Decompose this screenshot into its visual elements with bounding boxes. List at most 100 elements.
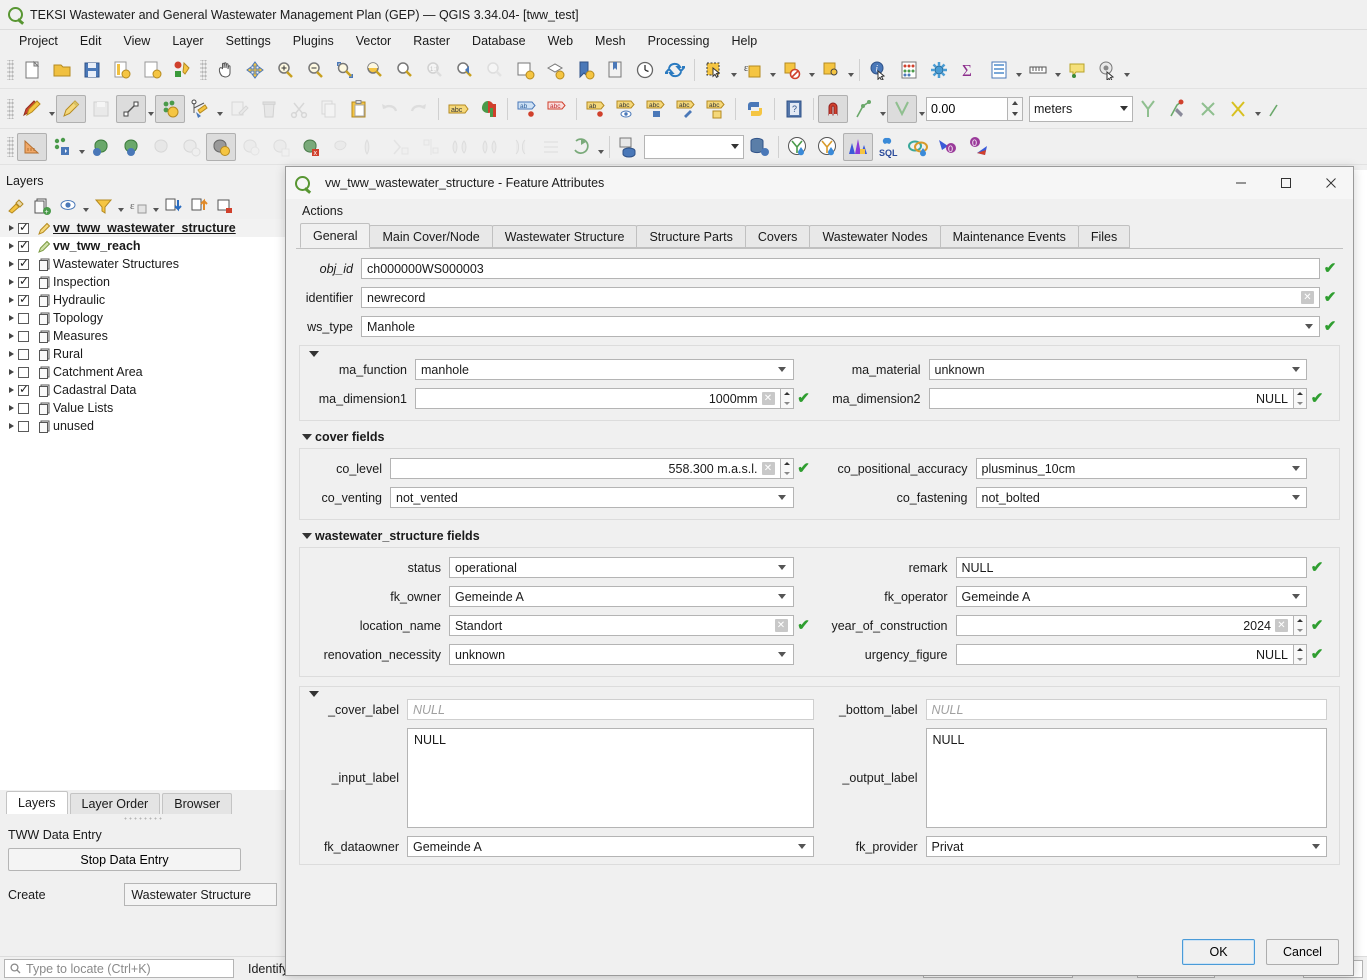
menu-layer[interactable]: Layer xyxy=(161,32,214,50)
move-feature-icon[interactable] xyxy=(47,133,77,161)
tww-network-upstream-icon[interactable] xyxy=(783,133,813,161)
tab-maintenance-events[interactable]: Maintenance Events xyxy=(939,225,1079,248)
delete-selected-icon[interactable] xyxy=(254,95,284,123)
menu-vector[interactable]: Vector xyxy=(345,32,402,50)
expand-arrow-icon[interactable] xyxy=(4,333,18,339)
measure-line-icon[interactable] xyxy=(1023,56,1053,84)
co-level-input[interactable]: 558.300 m.a.s.l. ✕ xyxy=(390,458,781,479)
database-connection-select[interactable] xyxy=(644,134,744,159)
snapping-tolerance-stepper[interactable] xyxy=(1008,96,1023,121)
undo-icon[interactable] xyxy=(374,95,404,123)
filter-legend-by-expression-icon[interactable]: ε xyxy=(126,195,151,217)
layer-tree[interactable]: vw_tww_wastewater_structure vw_tww_reach W… xyxy=(0,219,285,790)
clear-icon[interactable]: ✕ xyxy=(1275,619,1288,632)
chevron-down-icon[interactable] xyxy=(768,57,777,83)
chevron-down-icon[interactable] xyxy=(1053,57,1062,83)
processing-toolbox-icon[interactable] xyxy=(924,56,954,84)
fill-ring-icon[interactable] xyxy=(236,133,266,161)
chevron-down-icon[interactable] xyxy=(146,96,155,122)
chevron-down-icon[interactable] xyxy=(846,57,855,83)
rotate-feature-icon[interactable] xyxy=(86,133,116,161)
layer-visibility-checkbox[interactable] xyxy=(18,366,29,378)
clear-icon[interactable]: ✕ xyxy=(774,619,788,632)
tab-browser[interactable]: Browser xyxy=(162,793,233,814)
tab-layer-order[interactable]: Layer Order xyxy=(69,793,161,814)
layer-visibility-checkbox[interactable] xyxy=(18,256,29,270)
layer-visibility-checkbox[interactable] xyxy=(18,220,29,234)
new-project-icon[interactable] xyxy=(17,56,47,84)
chevron-down-icon[interactable] xyxy=(77,134,86,160)
chevron-down-icon[interactable] xyxy=(729,57,738,83)
year-of-construction-input[interactable]: 2024 ✕ xyxy=(955,615,1294,636)
expand-arrow-icon[interactable] xyxy=(4,279,18,285)
vertex-tool-icon[interactable] xyxy=(185,95,215,123)
menu-edit[interactable]: Edit xyxy=(69,32,113,50)
ma-material-select[interactable]: unknown xyxy=(928,359,1307,380)
tww-node-zero-icon[interactable]: 0 xyxy=(933,133,963,161)
more-digitizing-icon[interactable] xyxy=(1262,95,1292,123)
ok-button[interactable]: OK xyxy=(1182,939,1255,965)
zoom-native-icon[interactable]: 1:1 xyxy=(420,56,450,84)
merge-attributes-icon[interactable] xyxy=(416,133,446,161)
merge-features-icon[interactable] xyxy=(386,133,416,161)
expand-arrow-icon[interactable] xyxy=(4,387,18,393)
show-bookmarks-icon[interactable] xyxy=(600,56,630,84)
ma-dimension1-input[interactable]: 1000mm ✕ xyxy=(415,388,781,409)
tab-general[interactable]: General xyxy=(300,223,371,248)
rotate-label-icon[interactable]: abc xyxy=(641,95,671,123)
stop-data-entry-button[interactable]: Stop Data Entry xyxy=(8,848,241,871)
output-label-textarea[interactable]: NULL xyxy=(925,728,1327,828)
toolbar-grip[interactable] xyxy=(7,98,14,119)
cut-features-icon[interactable] xyxy=(284,95,314,123)
add-line-feature-icon[interactable] xyxy=(116,94,146,123)
tab-covers[interactable]: Covers xyxy=(744,225,811,248)
chevron-down-icon[interactable] xyxy=(47,96,56,122)
expand-arrow-icon[interactable] xyxy=(4,315,18,321)
tab-wastewater-nodes[interactable]: Wastewater Nodes xyxy=(809,225,941,248)
reverse-line-icon[interactable] xyxy=(536,133,566,161)
toolbar-grip[interactable] xyxy=(7,136,14,157)
expand-arrow-icon[interactable] xyxy=(4,243,18,249)
rotate-point-symbols-icon[interactable] xyxy=(446,133,476,161)
menu-database[interactable]: Database xyxy=(461,32,537,50)
add-point-feature-icon[interactable] xyxy=(155,94,185,123)
layer-row[interactable]: vw_tww_reach xyxy=(0,237,285,255)
database-settings-icon[interactable] xyxy=(744,133,774,161)
fk-operator-select[interactable]: Gemeinde A xyxy=(955,586,1307,607)
co-venting-select[interactable]: not_vented xyxy=(390,487,794,508)
expand-all-icon[interactable] xyxy=(161,195,186,217)
zoom-to-selection-icon[interactable] xyxy=(360,56,390,84)
bottom-label-input[interactable]: NULL xyxy=(925,699,1327,720)
expand-arrow-icon[interactable] xyxy=(4,351,18,357)
zoom-full-icon[interactable] xyxy=(330,56,360,84)
expand-arrow-icon[interactable] xyxy=(4,297,18,303)
add-postgis-layer-icon[interactable] xyxy=(614,133,644,161)
layer-row[interactable]: Wastewater Structures xyxy=(0,255,285,273)
layer-visibility-checkbox[interactable] xyxy=(18,330,29,342)
chevron-down-icon[interactable] xyxy=(1122,57,1131,83)
expand-arrow-icon[interactable] xyxy=(4,225,18,231)
pan-to-selection-icon[interactable] xyxy=(240,56,270,84)
chevron-down-icon[interactable] xyxy=(1253,96,1262,122)
layer-row[interactable]: Inspection xyxy=(0,273,285,291)
tab-main-cover-node[interactable]: Main Cover/Node xyxy=(369,225,493,248)
reshape-icon[interactable] xyxy=(326,133,356,161)
open-project-icon[interactable] xyxy=(47,56,77,84)
toggle-editing-icon[interactable] xyxy=(56,94,86,123)
simplify-feature-icon[interactable] xyxy=(146,133,176,161)
open-layer-styling-panel-icon[interactable] xyxy=(4,195,29,217)
layer-row[interactable]: Cadastral Data xyxy=(0,381,285,399)
menu-processing[interactable]: Processing xyxy=(637,32,721,50)
paste-features-icon[interactable] xyxy=(344,95,374,123)
save-layer-edits-icon[interactable] xyxy=(86,95,116,123)
chevron-down-icon[interactable] xyxy=(917,96,926,122)
move-label-icon[interactable]: ab xyxy=(581,95,611,123)
layer-row[interactable]: Catchment Area xyxy=(0,363,285,381)
ma-function-select[interactable]: manhole xyxy=(415,359,794,380)
expand-arrow-icon[interactable] xyxy=(4,423,18,429)
create-type-select[interactable]: Wastewater Structure xyxy=(124,883,277,906)
identifier-input[interactable]: newrecord ✕ xyxy=(361,287,1320,308)
cancel-button[interactable]: Cancel xyxy=(1266,939,1339,965)
offset-curve-icon[interactable] xyxy=(356,133,386,161)
renovation-necessity-select[interactable]: unknown xyxy=(449,644,794,665)
